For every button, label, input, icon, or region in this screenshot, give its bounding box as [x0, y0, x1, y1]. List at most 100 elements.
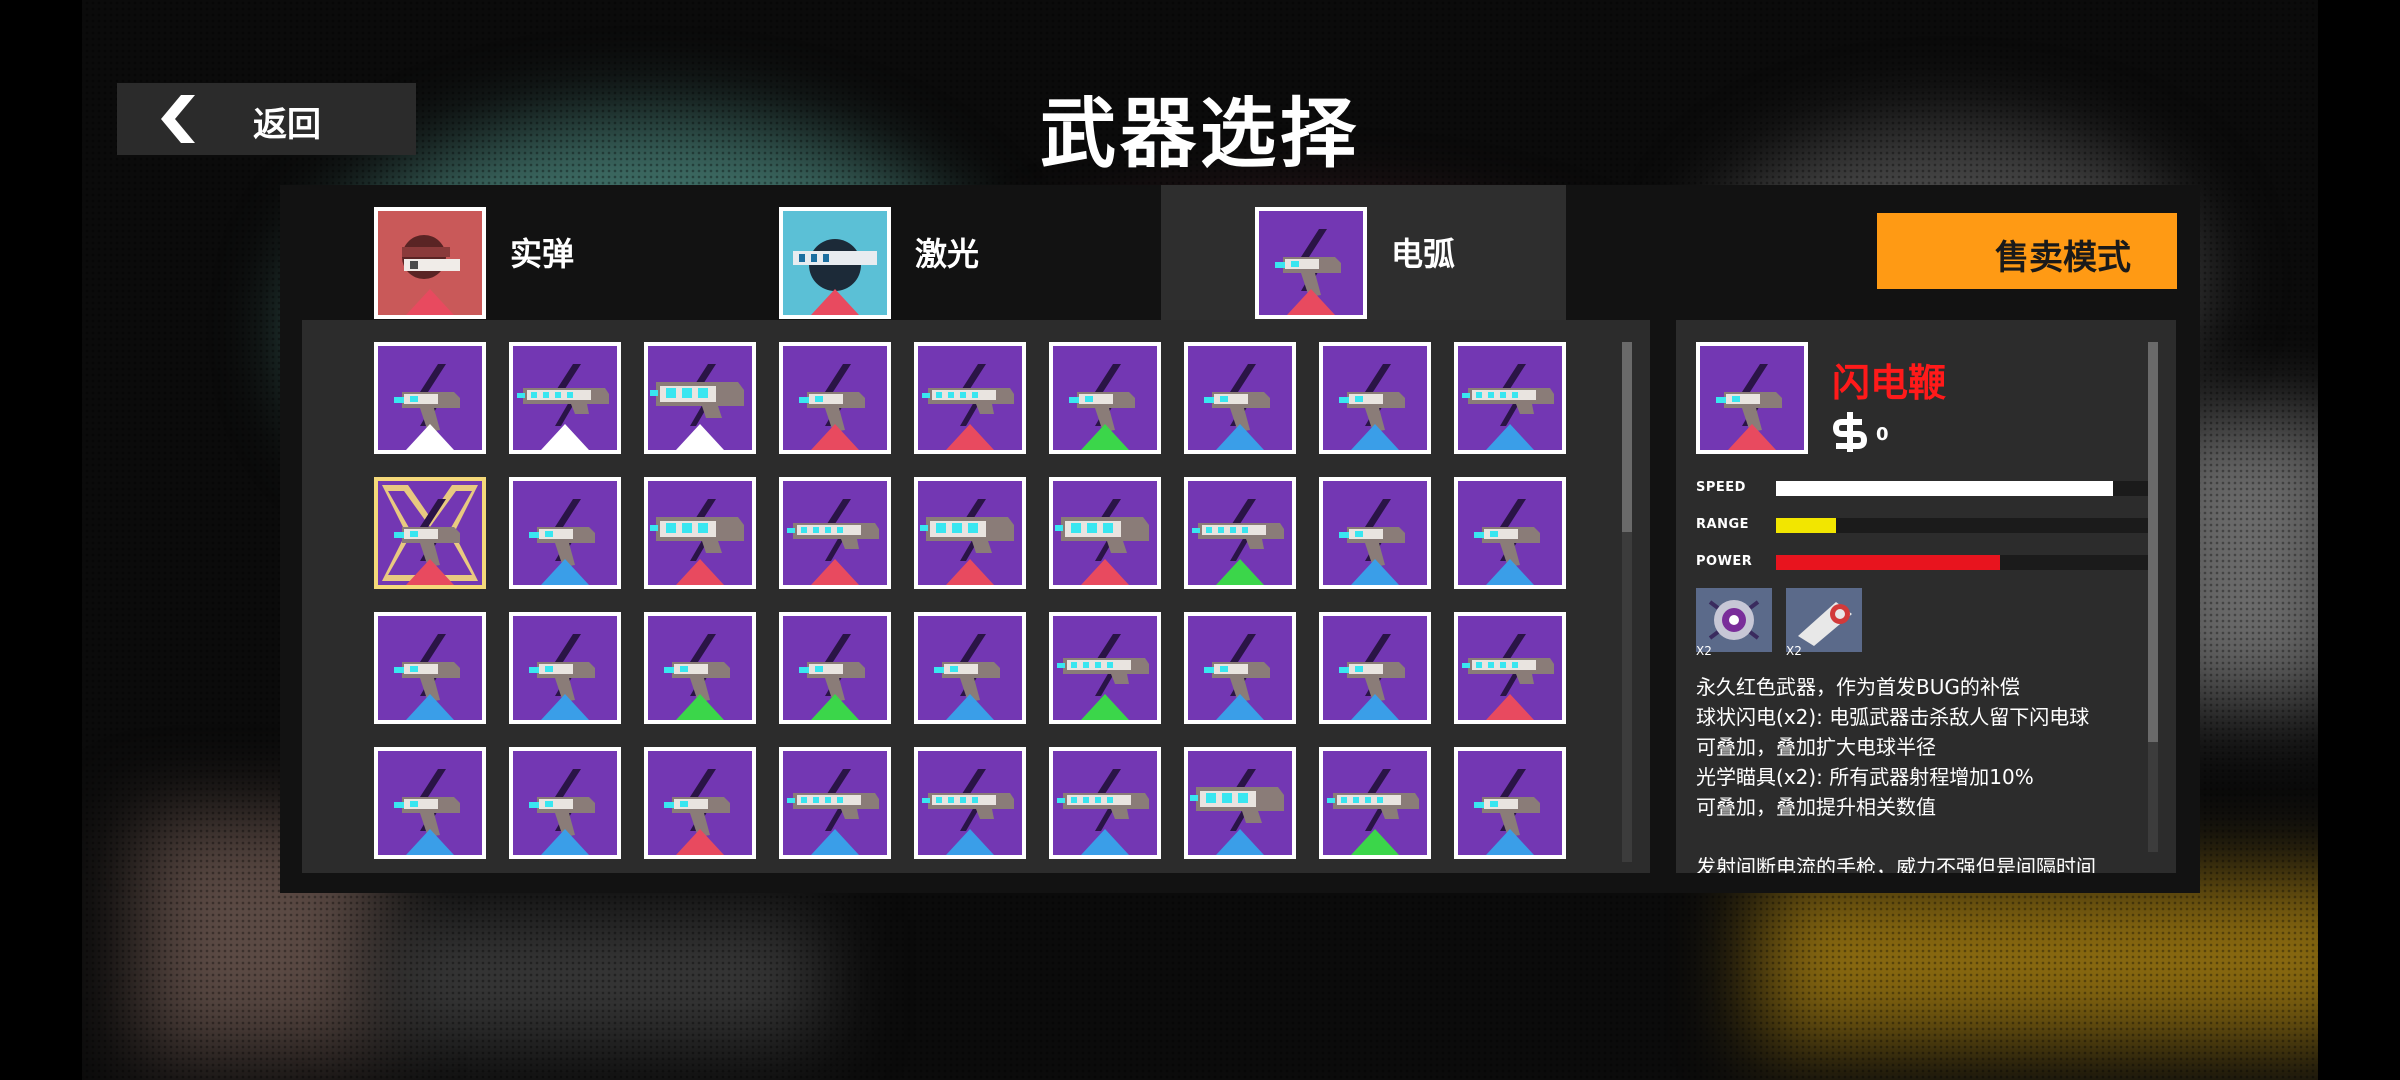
detail-scrollbar[interactable]	[2148, 342, 2158, 852]
currency-icon	[1832, 412, 1868, 452]
weapon-slot[interactable]	[1049, 342, 1161, 454]
arc-gun-icon	[1255, 207, 1367, 319]
weapon-slot[interactable]	[374, 342, 486, 454]
weapon-slot[interactable]	[1184, 612, 1296, 724]
description-line: 光学瞄具(x2): 所有武器射程增加10%	[1696, 765, 2034, 789]
mod-count: X2	[1786, 644, 1802, 658]
weapon-slot[interactable]	[1454, 747, 1566, 859]
weapon-slot[interactable]	[644, 612, 756, 724]
weapon-slot[interactable]	[779, 747, 891, 859]
weapon-slot[interactable]	[1184, 342, 1296, 454]
weapon-slot[interactable]	[1319, 612, 1431, 724]
laser-gun-icon	[779, 207, 891, 319]
weapon-name: 闪电鞭	[1832, 361, 1947, 405]
pistol-weapon-icon	[1319, 342, 1431, 454]
mod-ball-lightning[interactable]: X2	[1696, 588, 1772, 658]
description-line	[1696, 822, 2156, 852]
rifle-weapon-icon	[914, 747, 1026, 859]
description-line: 可叠加，叠加扩大电球半径	[1696, 735, 1936, 759]
rifle-weapon-icon	[1049, 612, 1161, 724]
weapon-slot[interactable]	[779, 477, 891, 589]
scrollbar-thumb[interactable]	[1622, 342, 1632, 532]
stat-label: POWER	[1696, 554, 1753, 569]
pistol-weapon-icon	[509, 612, 621, 724]
weapon-slot[interactable]	[374, 612, 486, 724]
pistol-weapon-icon	[1319, 612, 1431, 724]
weapon-slot[interactable]	[374, 747, 486, 859]
weapon-slot[interactable]	[1454, 477, 1566, 589]
weapon-slot[interactable]	[509, 747, 621, 859]
rifle-weapon-icon	[779, 747, 891, 859]
weapon-slot[interactable]	[779, 342, 891, 454]
speed-bar-fill	[1776, 481, 2113, 496]
rifle-weapon-icon	[1454, 612, 1566, 724]
rifle-weapon-icon	[1454, 342, 1566, 454]
weapon-slot[interactable]	[509, 612, 621, 724]
pistol-weapon-icon	[1319, 477, 1431, 589]
weapon-slot[interactable]	[509, 477, 621, 589]
cannon-weapon-icon	[1049, 477, 1161, 589]
weapon-slot[interactable]	[1319, 477, 1431, 589]
pistol-weapon-icon	[644, 612, 756, 724]
weapon-slot[interactable]	[1319, 342, 1431, 454]
stat-track	[1776, 518, 2150, 533]
rifle-weapon-icon	[914, 342, 1026, 454]
range-bar-fill	[1776, 518, 1836, 533]
weapon-slot[interactable]	[509, 342, 621, 454]
weapon-slot[interactable]	[1454, 342, 1566, 454]
rifle-weapon-icon	[1319, 747, 1431, 859]
pistol-weapon-icon	[1184, 612, 1296, 724]
pistol-weapon-icon	[1454, 477, 1566, 589]
stat-label: RANGE	[1696, 517, 1750, 532]
sell-mode-button[interactable]: 售卖模式	[1877, 213, 2177, 289]
rifle-weapon-icon	[1049, 747, 1161, 859]
weapon-slot[interactable]	[1184, 747, 1296, 859]
optical-scope-icon	[1786, 588, 1862, 652]
stat-track	[1776, 481, 2150, 496]
weapon-slot[interactable]	[374, 477, 486, 589]
description-line: 发射间断电流的手枪，威力不强但是间隔时间	[1696, 855, 2096, 873]
pistol-weapon-icon	[644, 747, 756, 859]
pistol-weapon-icon	[374, 612, 486, 724]
rifle-weapon-icon	[1184, 477, 1296, 589]
power-bar-fill	[1776, 555, 2001, 570]
weapon-slot[interactable]	[1319, 747, 1431, 859]
tab-label: 实弹	[510, 235, 575, 273]
cannon-weapon-icon	[914, 477, 1026, 589]
weapon-grid[interactable]	[302, 320, 1650, 873]
weapon-slot[interactable]	[644, 477, 756, 589]
weapon-slot[interactable]	[1454, 612, 1566, 724]
scrollbar-thumb[interactable]	[2148, 342, 2158, 742]
weapon-slot[interactable]	[914, 612, 1026, 724]
weapon-slot[interactable]	[914, 477, 1026, 589]
pistol-weapon-icon	[1184, 342, 1296, 454]
weapon-grid-scrollbar[interactable]	[1622, 342, 1632, 862]
tab-arc[interactable]: 电弧	[1161, 185, 1566, 320]
weapon-slot[interactable]	[1049, 612, 1161, 724]
tab-ballistic[interactable]: 实弹	[280, 185, 685, 320]
weapon-slot[interactable]	[644, 342, 756, 454]
cannon-weapon-icon	[644, 342, 756, 454]
pistol-weapon-icon	[509, 477, 621, 589]
selected-weapon-icon	[1696, 342, 1808, 454]
mod-optical-scope[interactable]: X2	[1786, 588, 1862, 658]
ball-lightning-icon	[1696, 588, 1772, 652]
pistol-weapon-icon	[509, 747, 621, 859]
rifle-weapon-icon	[509, 342, 621, 454]
tab-laser[interactable]: 激光	[685, 185, 1090, 320]
weapon-slot[interactable]	[1049, 747, 1161, 859]
mod-count: X2	[1696, 644, 1712, 658]
pistol-weapon-icon	[779, 342, 891, 454]
description-line: 永久红色武器，作为首发BUG的补偿	[1696, 675, 2020, 699]
sell-mode-label: 售卖模式	[1995, 238, 2131, 278]
weapon-slot[interactable]	[1049, 477, 1161, 589]
cannon-weapon-icon	[1184, 747, 1296, 859]
pistol-weapon-icon	[374, 747, 486, 859]
pistol-weapon-icon	[374, 342, 486, 454]
weapon-slot[interactable]	[644, 747, 756, 859]
weapon-slot[interactable]	[1184, 477, 1296, 589]
description-line: 球状闪电(x2): 电弧武器击杀敌人留下闪电球	[1696, 705, 2090, 729]
weapon-slot[interactable]	[779, 612, 891, 724]
weapon-slot[interactable]	[914, 747, 1026, 859]
weapon-slot[interactable]	[914, 342, 1026, 454]
